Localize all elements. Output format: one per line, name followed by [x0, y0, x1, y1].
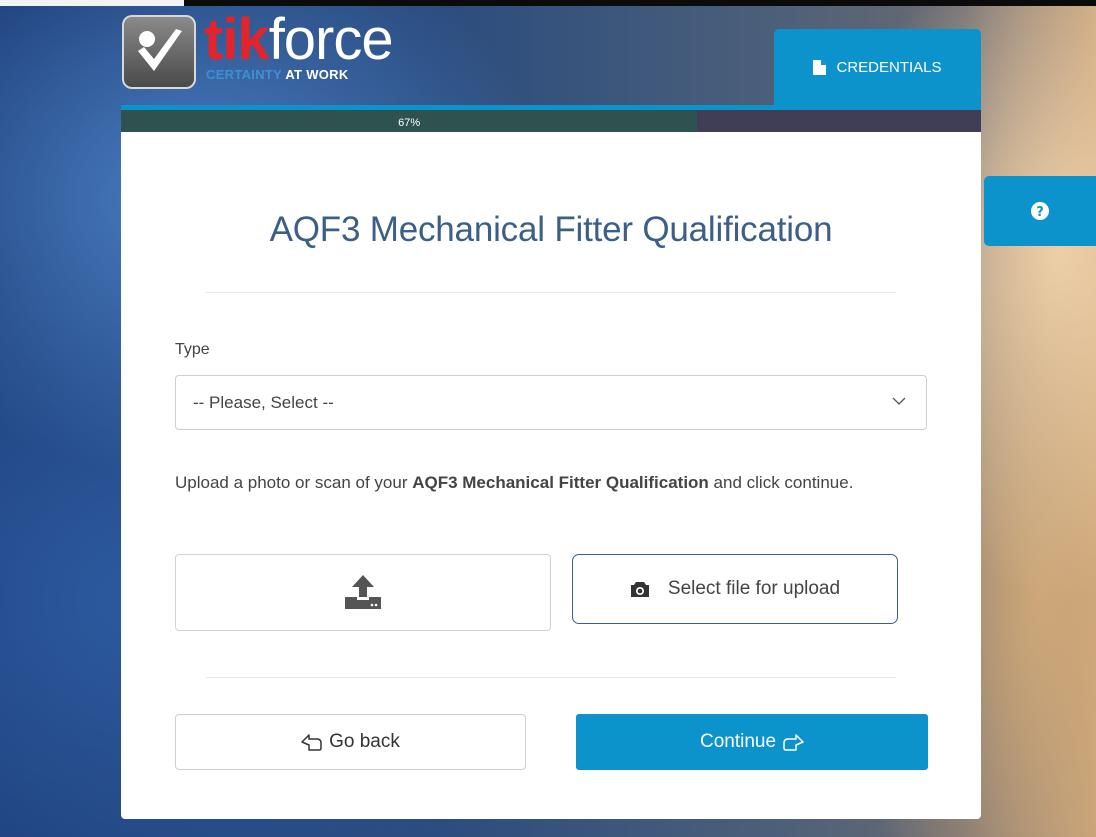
top-edge-light: [0, 0, 184, 6]
select-file-label: Select file for upload: [667, 578, 841, 599]
actions-divider: [206, 677, 896, 678]
upload-text-suffix: and click continue.: [708, 473, 854, 492]
question-circle-icon: ?: [1031, 202, 1049, 220]
top-edge-dark: [184, 0, 1096, 6]
camera-icon: [630, 581, 649, 597]
go-back-label: Go back: [329, 731, 400, 752]
logo-wordmark: tikforce: [204, 7, 394, 72]
continue-label: Continue: [699, 731, 777, 752]
logo-text: tikforce CERTAINTY AT WORK: [204, 7, 394, 83]
continue-button[interactable]: Continue: [576, 714, 928, 770]
logo-tagline-part2: AT WORK: [285, 67, 349, 82]
logo-word-force: force: [268, 7, 394, 72]
credential-form-card: AQF3 Mechanical Fitter Qualification Typ…: [121, 132, 981, 819]
upload-tray-icon: [345, 574, 381, 609]
upload-instructions: Upload a photo or scan of your AQF3 Mech…: [175, 466, 895, 499]
help-button[interactable]: ?: [984, 176, 1096, 246]
progress-label: 67%: [398, 117, 421, 129]
hand-point-left-icon: [301, 734, 322, 751]
tikforce-logo: tikforce CERTAINTY AT WORK: [122, 9, 394, 89]
logo-tagline-part1: CERTAINTY: [206, 67, 286, 82]
page-title: AQF3 Mechanical Fitter Qualification: [269, 210, 833, 249]
chevron-down-icon: [892, 397, 906, 405]
logo-word-tik: tik: [204, 7, 270, 72]
progress-bar: 67%: [121, 105, 981, 132]
document-icon: [813, 59, 827, 75]
tab-credentials[interactable]: CREDENTIALS: [774, 29, 981, 105]
type-select-value: -- Please, Select --: [193, 392, 334, 412]
hand-point-right-icon: [783, 734, 804, 751]
upload-text-bold: AQF3 Mechanical Fitter Qualification: [412, 473, 709, 492]
type-label: Type: [175, 341, 210, 358]
svg-text:?: ?: [1036, 205, 1044, 220]
file-drop-zone[interactable]: [175, 554, 551, 631]
upload-text-prefix: Upload a photo or scan of your: [175, 473, 413, 492]
select-file-button[interactable]: Select file for upload: [572, 554, 898, 624]
tab-credentials-label: CREDENTIALS: [836, 58, 942, 76]
checkmark-logo-icon: [122, 15, 196, 89]
title-divider: [206, 292, 896, 293]
type-select[interactable]: -- Please, Select --: [175, 375, 927, 430]
go-back-button[interactable]: Go back: [175, 714, 526, 770]
